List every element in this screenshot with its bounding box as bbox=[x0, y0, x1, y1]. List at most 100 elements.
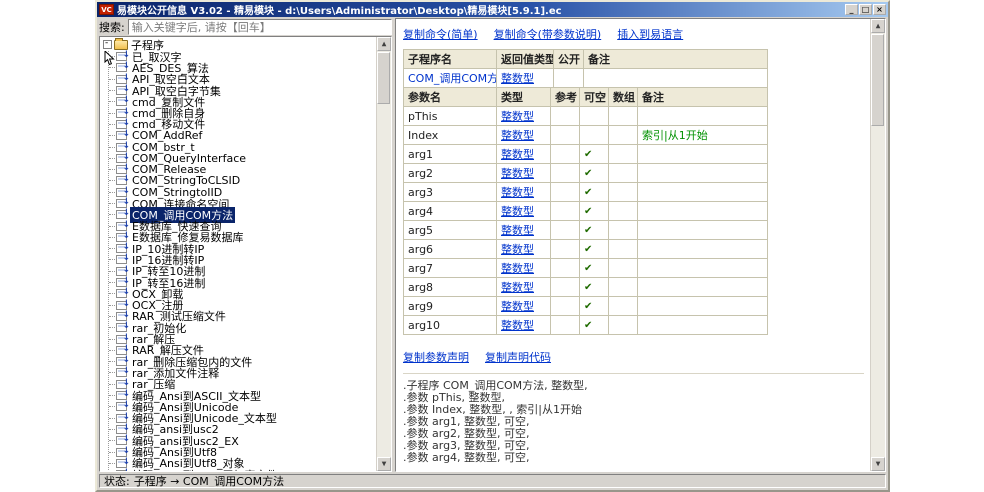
param-type-cell[interactable]: 整数型 bbox=[497, 259, 551, 278]
param-name-cell: arg4 bbox=[404, 202, 497, 221]
param-array-cell bbox=[609, 145, 638, 164]
detail-panel: 复制命令(简单) 复制命令(带参数说明) 插入到易语言 子程序名 返回值类型 公… bbox=[395, 18, 886, 472]
param-nullable-cell: ✔ bbox=[580, 278, 609, 297]
left-column: 搜索: 子程序 已_取汉字AES_DES_算法API_取空白文本API_取空白字… bbox=[99, 18, 392, 472]
subroutine-icon bbox=[116, 459, 127, 468]
scroll-down-icon[interactable] bbox=[377, 457, 391, 471]
subroutine-icon bbox=[116, 357, 127, 366]
subroutine-icon bbox=[116, 210, 127, 219]
param-type-cell[interactable]: 整数型 bbox=[497, 202, 551, 221]
titlebar[interactable]: VC 易模块公开信息 V3.02 - 精易模块 - d:\Users\Admin… bbox=[97, 2, 888, 17]
tree-connector-icon bbox=[109, 293, 115, 294]
param-type-cell[interactable]: 整数型 bbox=[497, 107, 551, 126]
param-type-cell[interactable]: 整数型 bbox=[497, 240, 551, 259]
param-remark-cell bbox=[638, 183, 768, 202]
subroutine-icon bbox=[116, 312, 127, 321]
tree-scrollbar[interactable] bbox=[376, 37, 391, 471]
subroutine-icon bbox=[116, 63, 127, 72]
param-remark-cell bbox=[638, 107, 768, 126]
param-row: arg1整数型✔ bbox=[404, 145, 768, 164]
param-ref-cell bbox=[551, 221, 580, 240]
tree-panel: 子程序 已_取汉字AES_DES_算法API_取空白文本API_取空白字节集cm… bbox=[99, 36, 392, 472]
subroutine-icon bbox=[116, 289, 127, 298]
tree-scrollbar-track[interactable] bbox=[377, 51, 391, 457]
param-array-cell bbox=[609, 126, 638, 145]
status-label: 状态: bbox=[104, 474, 130, 488]
maximize-button[interactable]: □ bbox=[859, 4, 872, 15]
insert-to-elanguage-link[interactable]: 插入到易语言 bbox=[617, 26, 683, 42]
param-nullable-cell bbox=[580, 107, 609, 126]
param-row: arg10整数型✔ bbox=[404, 316, 768, 335]
scroll-down-icon[interactable] bbox=[871, 457, 885, 471]
param-type-cell[interactable]: 整数型 bbox=[497, 297, 551, 316]
tree-connector-icon bbox=[109, 226, 115, 227]
copy-command-with-params-link[interactable]: 复制命令(带参数说明) bbox=[494, 26, 602, 42]
param-ref-cell bbox=[551, 107, 580, 126]
function-row: COM_调用COM方法 整数型 bbox=[404, 69, 768, 88]
window-title: 易模块公开信息 V3.02 - 精易模块 - d:\Users\Administ… bbox=[117, 2, 844, 17]
app-icon: VC bbox=[99, 4, 114, 15]
tree-connector-icon bbox=[109, 271, 115, 272]
collapse-minus-icon[interactable] bbox=[103, 40, 112, 49]
close-button[interactable]: × bbox=[873, 4, 886, 15]
scroll-up-icon[interactable] bbox=[871, 19, 885, 33]
declaration-line: .参数 Index, 整数型, , 索引|从1开始 bbox=[403, 404, 864, 416]
tree-connector-icon bbox=[109, 350, 115, 351]
tree-connector-icon bbox=[109, 169, 115, 170]
subroutine-icon bbox=[116, 448, 127, 457]
detail-scrollbar-track[interactable] bbox=[871, 33, 885, 457]
main-area: 搜索: 子程序 已_取汉字AES_DES_算法API_取空白文本API_取空白字… bbox=[97, 17, 888, 473]
subroutine-icon bbox=[116, 143, 127, 152]
param-nullable-cell: ✔ bbox=[580, 164, 609, 183]
param-name-cell: arg6 bbox=[404, 240, 497, 259]
param-array-cell bbox=[609, 221, 638, 240]
subroutine-icon bbox=[116, 120, 127, 129]
copy-declaration-code-link[interactable]: 复制声明代码 bbox=[485, 349, 551, 365]
tree-connector-icon bbox=[109, 192, 115, 193]
search-input[interactable] bbox=[128, 19, 392, 35]
param-name-cell: arg7 bbox=[404, 259, 497, 278]
param-type-cell[interactable]: 整数型 bbox=[497, 164, 551, 183]
declaration-block: .子程序 COM_调用COM方法, 整数型, .参数 pThis, 整数型, .… bbox=[403, 380, 864, 464]
param-type-cell[interactable]: 整数型 bbox=[497, 316, 551, 335]
function-return-type-cell[interactable]: 整数型 bbox=[497, 69, 554, 88]
subroutine-icon bbox=[116, 402, 127, 411]
tree-connector-icon bbox=[109, 158, 115, 159]
param-type-cell[interactable]: 整数型 bbox=[497, 126, 551, 145]
subroutine-icon bbox=[116, 52, 127, 61]
tree-connector-icon bbox=[109, 327, 115, 328]
tree-scrollbar-thumb[interactable] bbox=[377, 52, 390, 104]
param-type-cell[interactable]: 整数型 bbox=[497, 278, 551, 297]
param-type-cell[interactable]: 整数型 bbox=[497, 183, 551, 202]
scroll-up-icon[interactable] bbox=[377, 37, 391, 51]
param-nullable-cell: ✔ bbox=[580, 297, 609, 316]
param-type-cell[interactable]: 整数型 bbox=[497, 221, 551, 240]
tree-connector-icon bbox=[109, 135, 115, 136]
param-table-body: pThis整数型Index整数型索引|从1开始arg1整数型✔arg2整数型✔a… bbox=[404, 107, 768, 335]
minimize-button[interactable]: _ bbox=[845, 4, 858, 15]
subroutine-icon bbox=[116, 255, 127, 264]
param-type-cell[interactable]: 整数型 bbox=[497, 145, 551, 164]
param-table-header: 参数名 类型 参考 可空 数组 备注 bbox=[404, 88, 768, 107]
tree-item[interactable]: 编码_Ansi到Utf8_无加密文件 bbox=[109, 469, 376, 471]
param-row: arg6整数型✔ bbox=[404, 240, 768, 259]
param-remark-cell bbox=[638, 202, 768, 221]
copy-command-simple-link[interactable]: 复制命令(简单) bbox=[403, 26, 478, 42]
param-row: arg7整数型✔ bbox=[404, 259, 768, 278]
subroutine-icon bbox=[116, 380, 127, 389]
tree-connector-icon bbox=[109, 237, 115, 238]
tree-connector-icon bbox=[109, 305, 115, 306]
param-header-name: 参数名 bbox=[404, 88, 497, 107]
subroutine-icon bbox=[116, 470, 127, 471]
detail-scrollbar[interactable] bbox=[870, 19, 885, 471]
folder-icon bbox=[114, 40, 128, 50]
copy-param-declaration-link[interactable]: 复制参数声明 bbox=[403, 349, 469, 365]
detail-scrollbar-thumb[interactable] bbox=[871, 34, 884, 126]
param-ref-cell bbox=[551, 259, 580, 278]
param-remark-cell bbox=[638, 278, 768, 297]
param-remark-cell: 索引|从1开始 bbox=[638, 126, 768, 145]
param-header-array: 数组 bbox=[609, 88, 638, 107]
param-array-cell bbox=[609, 316, 638, 335]
param-name-cell: pThis bbox=[404, 107, 497, 126]
tree-content: 子程序 已_取汉字AES_DES_算法API_取空白文本API_取空白字节集cm… bbox=[100, 37, 376, 471]
